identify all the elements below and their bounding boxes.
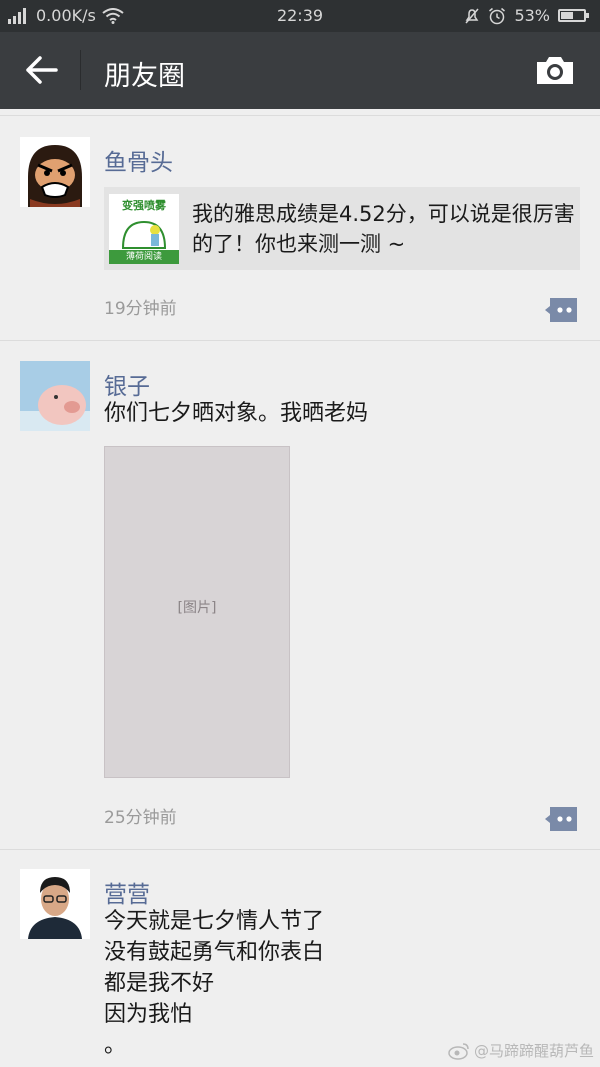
- page-title: 朋友圈: [104, 61, 185, 92]
- arrow-left-icon[interactable]: [22, 52, 62, 88]
- alarm-icon: [489, 7, 506, 24]
- camera-icon[interactable]: [534, 52, 576, 88]
- battery-icon: [558, 9, 589, 22]
- battery-level: [561, 12, 573, 19]
- moments-feed[interactable]: 鱼骨头 变强喷雾 薄荷阅读 我的雅思成绩是4.52分，可以说是很厉害的了！你也来…: [0, 109, 600, 1067]
- battery-percent: 53%: [514, 6, 550, 25]
- post-3: 营营 今天就是七夕情人节了 没有鼓起勇气和你表白 都是我不好 因为我怕 。: [0, 109, 600, 1067]
- status-right: 53%: [464, 6, 589, 25]
- mute-bell-icon: [465, 8, 480, 23]
- status-bar: 0.00K/s 22:39 53%: [0, 0, 600, 32]
- weibo-watermark: @马蹄蹄醒葫芦鱼: [448, 1040, 594, 1061]
- app-header: 朋友圈: [0, 32, 600, 109]
- nickname[interactable]: 营营: [104, 875, 150, 909]
- post-text: 今天就是七夕情人节了 没有鼓起勇气和你表白 都是我不好 因为我怕 。: [104, 909, 325, 1058]
- weibo-icon: [448, 1042, 469, 1060]
- watermark-text: @马蹄蹄醒葫芦鱼: [473, 1042, 594, 1060]
- header-divider: [80, 50, 81, 90]
- avatar[interactable]: [20, 869, 90, 939]
- person-avatar-icon: [20, 869, 90, 939]
